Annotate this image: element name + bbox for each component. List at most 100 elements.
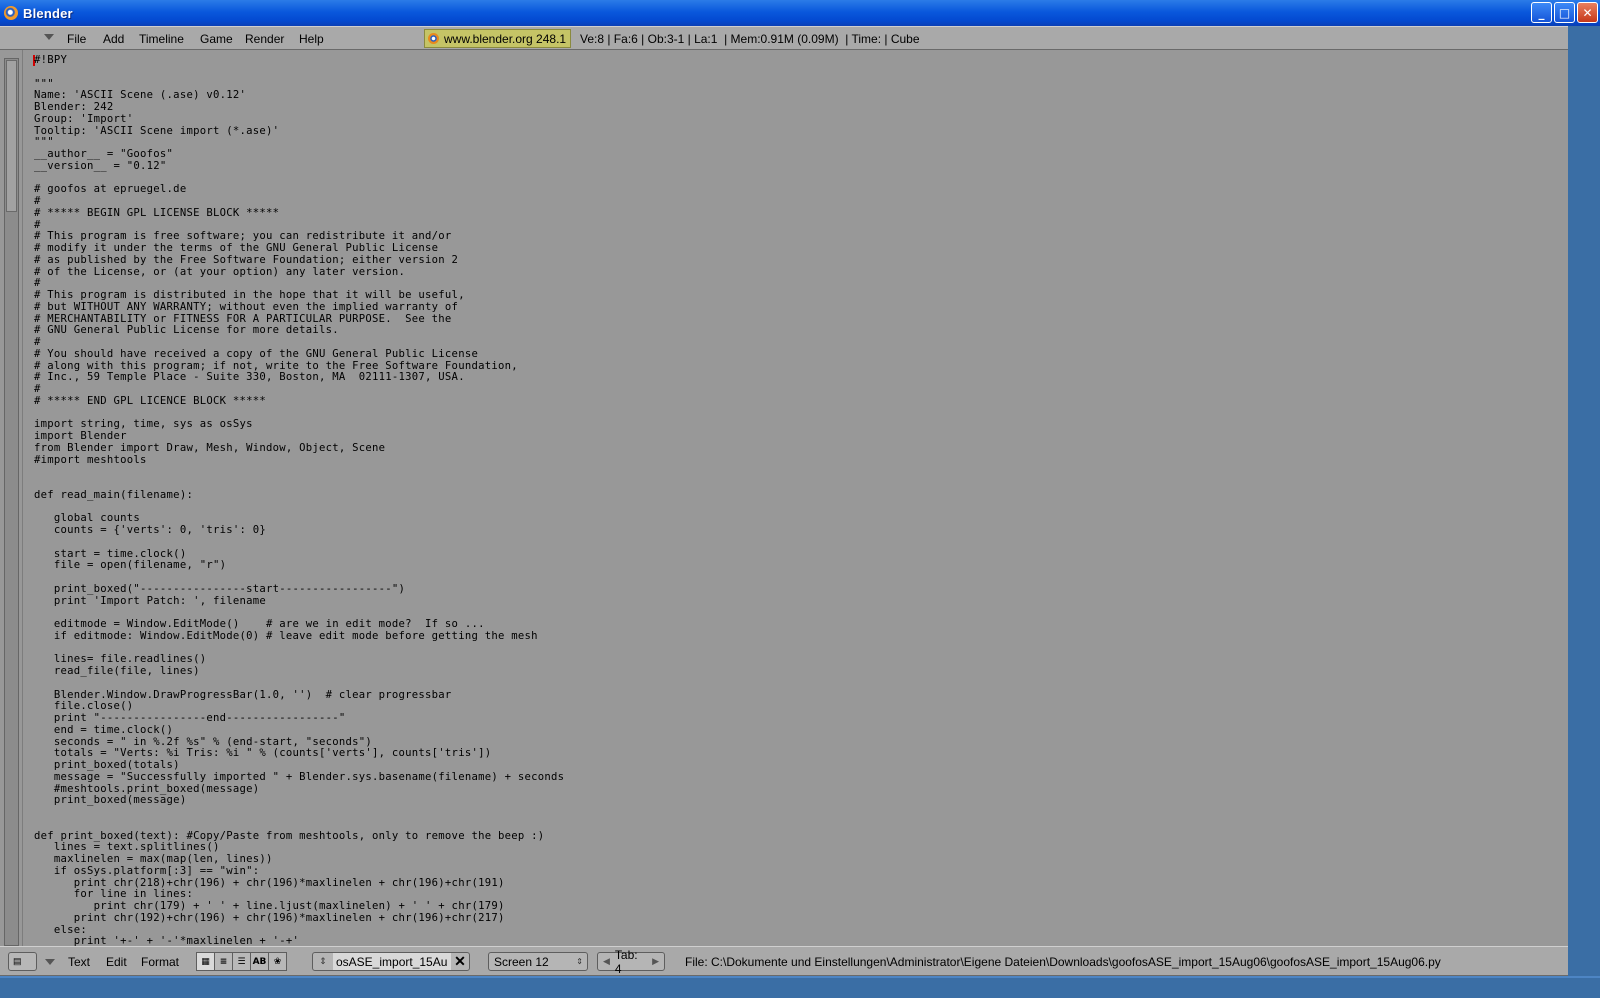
text-editor-icon: ▤ xyxy=(13,956,22,966)
code-line[interactable]: __author__ = "Goofos" xyxy=(34,148,564,161)
menu-edit[interactable]: Edit xyxy=(106,955,127,969)
minimize-button[interactable]: _ xyxy=(1531,2,1552,23)
blender-logo-icon xyxy=(4,6,18,20)
window-title-bar[interactable]: Blender _ □ ✕ xyxy=(0,0,1600,26)
scene-stats: Ve:8 | Fa:6 | Ob:3-1 | La:1 | Mem:0.91M … xyxy=(580,32,920,46)
font-size-value: Screen 12 xyxy=(494,954,549,969)
code-line[interactable]: # as published by the Free Software Foun… xyxy=(34,254,564,267)
code-line[interactable]: editmode = Window.EditMode() # are we in… xyxy=(34,618,564,631)
maximize-button[interactable]: □ xyxy=(1554,2,1575,23)
code-line[interactable] xyxy=(34,819,564,831)
vertical-scrollbar[interactable] xyxy=(4,58,19,946)
menu-help[interactable]: Help xyxy=(299,32,324,46)
code-line[interactable]: # xyxy=(34,336,564,349)
unlink-text-close-icon[interactable]: ✕ xyxy=(451,953,469,970)
desktop-background xyxy=(1568,26,1600,50)
window-title: Blender xyxy=(23,5,73,21)
code-line[interactable]: # You should have received a copy of the… xyxy=(34,348,564,361)
info-header: File Add Timeline Game Render Help www.b… xyxy=(0,26,1568,50)
text-block-name-field[interactable]: osASE_import_15Au xyxy=(333,953,451,970)
code-line[interactable]: # goofos at epruegel.de xyxy=(34,183,564,196)
code-line[interactable]: # ***** BEGIN GPL LICENSE BLOCK ***** xyxy=(34,207,564,220)
chevron-updown-icon: ⇕ xyxy=(576,957,583,966)
scrollbar-thumb[interactable] xyxy=(6,60,17,212)
code-line[interactable]: # Inc., 59 Temple Place - Suite 330, Bos… xyxy=(34,371,564,384)
code-line[interactable]: print_boxed("----------------start------… xyxy=(34,583,564,596)
code-line[interactable]: # ***** END GPL LICENCE BLOCK ***** xyxy=(34,395,564,408)
code-line[interactable] xyxy=(34,67,564,79)
header-collapse-arrow-icon[interactable] xyxy=(44,34,54,40)
code-line[interactable]: if osSys.platform[:3] == "win": xyxy=(34,865,564,878)
code-line[interactable]: print_boxed(message) xyxy=(34,794,564,807)
code-line[interactable]: # xyxy=(34,195,564,208)
code-line[interactable] xyxy=(34,537,564,549)
code-line[interactable]: from Blender import Draw, Mesh, Window, … xyxy=(34,442,564,455)
font-size-selector[interactable]: Screen 12 ⇕ xyxy=(488,952,588,971)
code-line[interactable]: #!BPY xyxy=(34,54,564,67)
code-line[interactable] xyxy=(34,807,564,819)
text-editor-header: ▤ Text Edit Format ▦ ≡ ☰ AB ❀ ⇕ osASE_im… xyxy=(0,946,1568,976)
menu-text[interactable]: Text xyxy=(68,955,90,969)
code-line[interactable]: # This program is distributed in the hop… xyxy=(34,289,564,302)
code-line[interactable]: if editmode: Window.EditMode(0) # leave … xyxy=(34,630,564,643)
menu-add[interactable]: Add xyxy=(103,32,124,46)
window-controls: _ □ ✕ xyxy=(1531,2,1598,23)
code-line[interactable] xyxy=(34,678,564,690)
code-line[interactable] xyxy=(34,466,564,478)
text-editor[interactable]: #!BPY """ Name: 'ASCII Scene (.ase) v0.12… xyxy=(0,50,1568,948)
code-line[interactable]: maxlinelen = max(map(len, lines)) xyxy=(34,853,564,866)
code-line[interactable]: # of the License, or (at your option) an… xyxy=(34,266,564,279)
code-line[interactable]: Group: 'Import' xyxy=(34,113,564,126)
code-line[interactable]: # modify it under the terms of the GNU G… xyxy=(34,242,564,255)
code-line[interactable]: print chr(192)+chr(196) + chr(196)*maxli… xyxy=(34,912,564,925)
code-line[interactable]: # GNU General Public License for more de… xyxy=(34,324,564,337)
file-path-label: File: C:\Dokumente und Einstellungen\Adm… xyxy=(685,955,1441,969)
desktop-background xyxy=(1568,946,1600,976)
line-numbers-toggle-icon[interactable]: ≡ xyxy=(214,952,233,971)
code-line[interactable]: counts = {'verts': 0, 'tris': 0} xyxy=(34,524,564,537)
blender-version-label: www.blender.org 248.1 xyxy=(444,31,567,46)
editor-type-selector[interactable]: ▤ xyxy=(8,952,37,971)
code-line[interactable]: # but WITHOUT ANY WARRANTY; without even… xyxy=(34,301,564,314)
menu-file[interactable]: File xyxy=(67,32,86,46)
code-line[interactable]: print chr(179) + ' ' + line.ljust(maxlin… xyxy=(34,900,564,913)
code-line[interactable] xyxy=(34,478,564,490)
code-line[interactable]: Tooltip: 'ASCII Scene import (*.ase)' xyxy=(34,125,564,138)
syntax-highlight-toggle[interactable]: AB xyxy=(250,952,269,971)
code-line[interactable]: def read_main(filename): xyxy=(34,489,564,502)
code-line[interactable]: message = "Successfully imported " + Ble… xyxy=(34,771,564,784)
code-line[interactable]: __version__ = "0.12" xyxy=(34,160,564,173)
blender-logo-icon xyxy=(428,33,439,44)
code-line[interactable] xyxy=(34,572,564,584)
menu-render[interactable]: Render xyxy=(245,32,284,46)
python-plugins-icon[interactable]: ❀ xyxy=(268,952,287,971)
code-line[interactable]: Blender: 242 xyxy=(34,101,564,114)
tab-width-field[interactable]: ◀ Tab: 4 ▶ xyxy=(597,948,665,976)
word-wrap-toggle-icon[interactable]: ☰ xyxy=(232,952,251,971)
fullscreen-toggle-icon[interactable]: ▦ xyxy=(196,952,215,971)
code-line[interactable]: read_file(file, lines) xyxy=(34,665,564,678)
blender-website-button[interactable]: www.blender.org 248.1 xyxy=(424,29,571,48)
code-text[interactable]: #!BPY """ Name: 'ASCII Scene (.ase) v0.12… xyxy=(34,54,564,948)
text-block-browse-icon[interactable]: ⇕ xyxy=(313,956,333,967)
desktop-strip xyxy=(0,976,1600,998)
code-line[interactable]: # xyxy=(34,383,564,396)
decrement-arrow-icon[interactable]: ◀ xyxy=(603,956,610,967)
code-line[interactable]: print 'Import Patch: ', filename xyxy=(34,595,564,608)
code-line[interactable]: import Blender xyxy=(34,430,564,443)
tab-width-value: Tab: 4 xyxy=(614,947,638,976)
menu-game[interactable]: Game xyxy=(200,32,233,46)
increment-arrow-icon[interactable]: ▶ xyxy=(652,956,659,967)
code-line[interactable]: #import meshtools xyxy=(34,454,564,467)
code-line[interactable]: end = time.clock() xyxy=(34,724,564,737)
text-block-selector[interactable]: ⇕ osASE_import_15Au ✕ xyxy=(312,952,470,971)
editor-gutter-divider xyxy=(22,50,23,946)
menu-timeline[interactable]: Timeline xyxy=(139,32,184,46)
view-toggles: ▦ ≡ ☰ AB ❀ xyxy=(196,952,287,971)
close-button[interactable]: ✕ xyxy=(1577,2,1598,23)
code-line[interactable]: print "----------------end--------------… xyxy=(34,712,564,725)
code-line[interactable]: file = open(filename, "r") xyxy=(34,559,564,572)
code-line[interactable]: print_boxed(totals) xyxy=(34,759,564,772)
menu-format[interactable]: Format xyxy=(141,955,179,969)
header-collapse-arrow-icon[interactable] xyxy=(45,959,55,965)
